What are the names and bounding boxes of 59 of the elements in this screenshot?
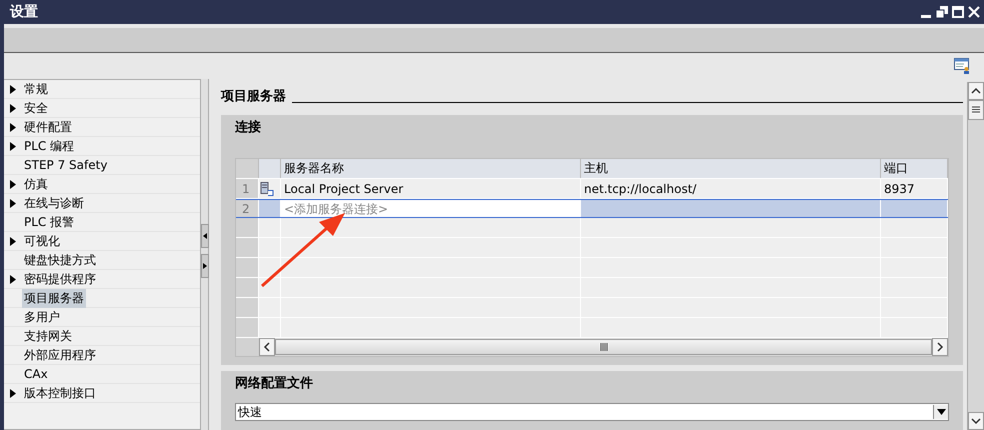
navigation-item[interactable]: PLC 编程 [4,137,200,156]
row-number: 1 [236,179,259,198]
right-chevron-icon[interactable] [936,342,944,352]
expand-arrow-icon[interactable] [10,274,16,284]
maximize-icon[interactable] [952,6,964,18]
expand-arrow-icon[interactable] [10,236,16,246]
expand-arrow-icon[interactable] [10,198,16,208]
network-profile-dropdown[interactable]: 快速 [235,403,949,421]
section-title: 连接 [235,119,262,137]
table-cell: 8937 [881,179,948,198]
expand-arrow-icon[interactable] [10,84,16,94]
scroll-left-button[interactable] [259,338,275,356]
navigation-item[interactable]: 键盘快捷方式 [4,251,200,270]
navigation-item[interactable]: 版本控制接口 [4,384,200,403]
row-header [236,338,259,356]
navigation-item[interactable]: 常规 [4,80,200,99]
restore-icon[interactable] [936,6,948,18]
grip-icon[interactable] [600,343,608,351]
navigation-item[interactable]: 项目服务器 [4,289,200,308]
down-chevron-icon[interactable] [971,417,981,425]
navigation-item[interactable]: 仿真 [4,175,200,194]
navigation-item[interactable]: 在线与诊断 [4,194,200,213]
navigation-item[interactable]: PLC 报警 [4,213,200,232]
navigation-item[interactable]: 可视化 [4,232,200,251]
scroll-up-button[interactable] [968,82,984,100]
window-user-icon[interactable] [954,58,970,74]
expand-arrow-icon[interactable] [10,142,16,150]
navigation-item[interactable]: 多用户 [4,308,200,327]
navigation-item[interactable]: 外部应用程序 [4,346,200,365]
navigation-item[interactable]: 安全 [4,99,200,118]
scroll-down-button[interactable] [968,412,984,430]
up-chevron-icon[interactable] [971,87,981,95]
column-header[interactable]: 主机 [581,159,881,178]
navigation-item[interactable]: STEP 7 Safety [4,156,200,175]
expand-arrow-icon[interactable] [10,122,16,132]
scroll-right-button[interactable] [932,338,948,356]
table-cell: Local Project Server [281,179,581,198]
window-title: 设置 [10,3,38,21]
section-title: 网络配置文件 [235,375,314,393]
server-icon [260,182,274,196]
expand-arrow-icon[interactable] [10,388,16,398]
left-arrow-icon[interactable] [202,233,206,239]
close-icon[interactable] [968,6,980,18]
navigation-item[interactable]: CAx [4,365,200,384]
dropdown-arrow-icon[interactable] [936,409,946,415]
row-number: 2 [236,200,259,217]
vertical-scrollbar-thumb[interactable] [968,100,984,120]
grip-icon[interactable] [972,106,980,114]
right-arrow-icon[interactable] [202,263,206,269]
table-cell: net.tcp://localhost/ [581,179,881,198]
column-header[interactable]: 端口 [881,159,948,178]
page-title: 项目服务器 [221,88,286,106]
expand-arrow-icon[interactable] [10,180,16,188]
horizontal-scrollbar-thumb[interactable] [275,339,932,355]
expand-arrow-icon[interactable] [10,104,16,112]
left-chevron-icon[interactable] [263,342,271,352]
navigation-item[interactable]: 硬件配置 [4,118,200,137]
column-header[interactable]: 服务器名称 [281,159,581,178]
navigation-item[interactable]: 支持网关 [4,327,200,346]
